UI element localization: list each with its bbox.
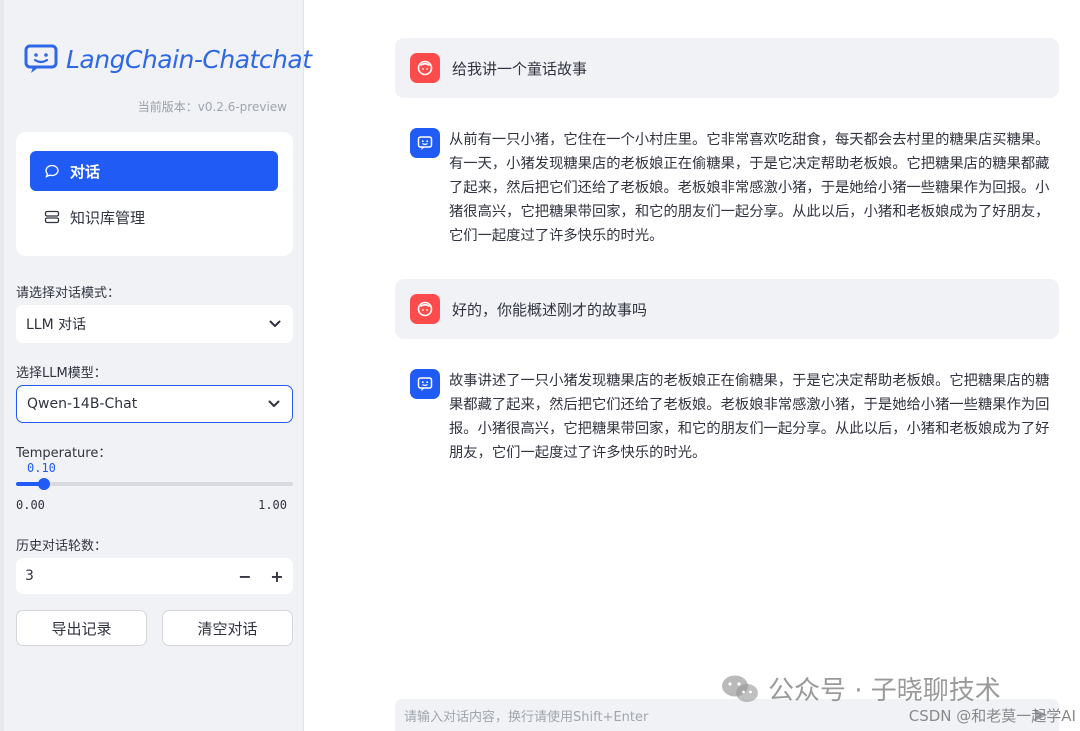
history-stepper: 3 − + [16, 558, 293, 594]
version-label: 当前版本： [137, 100, 198, 114]
temperature-slider-thumb[interactable] [37, 478, 50, 490]
export-button[interactable]: 导出记录 [16, 610, 147, 646]
sidebar: LangChain-Chatchat 当前版本：v0.2.6-preview 对… [0, 0, 312, 731]
increment-button[interactable]: + [261, 567, 293, 586]
chevron-down-icon [268, 400, 280, 407]
chat-bubble-icon [45, 164, 59, 178]
nav-item-knowledge-base[interactable]: 知识库管理 [30, 197, 278, 237]
smiley-icon [417, 301, 433, 317]
temperature-value: 0.10 [27, 461, 56, 475]
chat-input-placeholder: 请输入对话内容，换行请使用Shift+Enter [404, 709, 649, 725]
model-select-value: Qwen-14B-Chat [27, 396, 138, 412]
chatbot-icon [417, 377, 433, 391]
smiley-icon [417, 60, 433, 76]
history-input[interactable]: 3 [16, 568, 229, 584]
mode-label: 请选择对话模式： [16, 286, 121, 301]
brand-name: LangChain-Chatchat [66, 44, 312, 74]
wechat-icon [722, 675, 758, 702]
mode-select[interactable]: LLM 对话 [16, 305, 293, 343]
user-message: 给我讲一个童话故事 [395, 38, 1059, 98]
watermark: 公众号 · 子晓聊技术 [720, 670, 1001, 707]
temperature-min: 0.00 [16, 498, 45, 512]
version-text: 当前版本：v0.2.6-preview [138, 98, 287, 115]
watermark-credit: CSDN @和老莫一起学AI [908, 707, 1076, 725]
user-message-text: 给我讲一个童话故事 [452, 59, 588, 78]
assistant-message-text: 故事讲述了一只小猪发现糖果店的老板娘正在偷糖果，于是它决定帮助老板娘。它把糖果店… [449, 373, 1050, 461]
nav-item-chat[interactable]: 对话 [30, 151, 278, 191]
assistant-message-text: 从前有一只小猪，它住在一个小村庄里。它非常喜欢吃甜食，每天都会去村里的糖果店买糖… [449, 132, 1050, 244]
chatbot-logo-icon [24, 44, 58, 73]
chatbot-icon [417, 136, 433, 150]
chevron-down-icon [269, 320, 281, 327]
database-icon [44, 210, 60, 224]
version-number: v0.2.6-preview [197, 100, 287, 114]
model-label: 选择LLM模型： [16, 366, 107, 381]
assistant-avatar [410, 369, 440, 399]
user-avatar [410, 294, 440, 324]
nav-item-knowledge-base-label: 知识库管理 [70, 208, 146, 227]
assistant-message: 故事讲述了一只小猪发现糖果店的老板娘正在偷糖果，于是它决定帮助老板娘。它把糖果店… [410, 369, 1055, 465]
brand: LangChain-Chatchat [24, 44, 312, 74]
assistant-message: 从前有一只小猪，它住在一个小村庄里。它非常喜欢吃甜食，每天都会去村里的糖果店买糖… [410, 128, 1055, 248]
user-message-text: 好的，你能概述刚才的故事吗 [452, 300, 648, 319]
temperature-label: Temperature： [16, 446, 112, 461]
user-avatar [410, 53, 440, 83]
temperature-slider[interactable] [16, 478, 293, 490]
assistant-avatar [410, 128, 440, 158]
mode-select-value: LLM 对话 [26, 317, 87, 333]
user-message: 好的，你能概述刚才的故事吗 [395, 279, 1059, 339]
nav-menu: 对话 知识库管理 [16, 132, 293, 256]
decrement-button[interactable]: − [229, 567, 261, 586]
watermark-text: 公众号 · 子晓聊技术 [768, 676, 1001, 706]
temperature-max: 1.00 [258, 498, 287, 512]
clear-button[interactable]: 清空对话 [162, 610, 293, 646]
nav-item-chat-label: 对话 [70, 162, 101, 181]
history-label: 历史对话轮数： [16, 539, 108, 554]
model-select[interactable]: Qwen-14B-Chat [16, 385, 293, 423]
